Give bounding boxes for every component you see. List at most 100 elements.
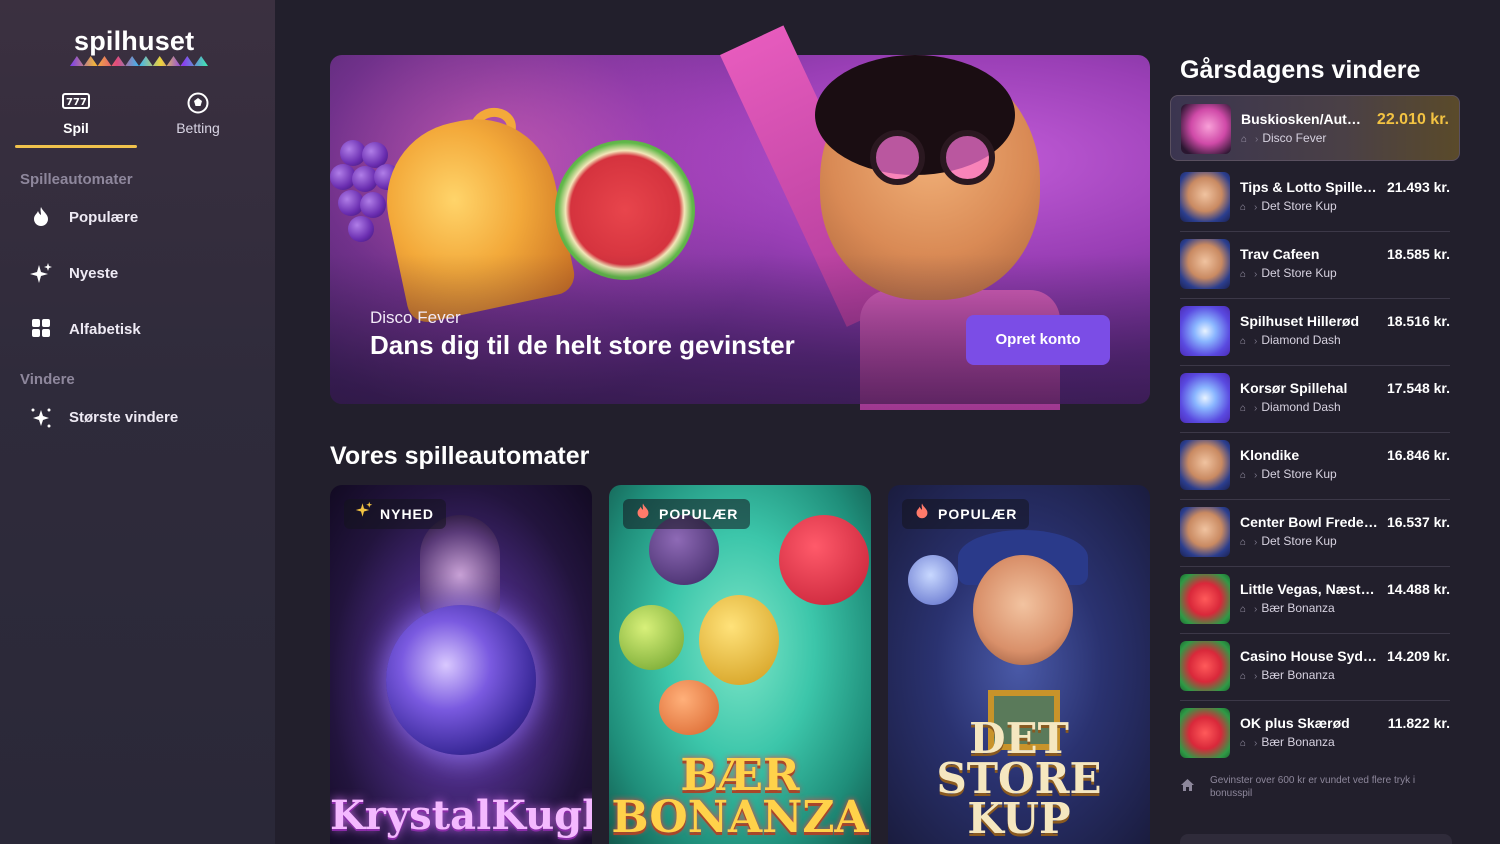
winner-divider	[1180, 231, 1450, 232]
winner-game: ⌂ › Bær Bonanza	[1240, 668, 1335, 682]
sidebar-item-populaere[interactable]: Populære	[28, 198, 258, 238]
sidebar-item-label: Nyeste	[69, 265, 119, 282]
logo-triangle-pattern	[70, 56, 208, 66]
next-panel-edge	[1180, 834, 1452, 844]
winner-venue: OK plus Skærød	[1240, 715, 1350, 731]
create-account-button[interactable]: Opret konto	[966, 315, 1110, 365]
winner-venue: Little Vegas, Næstved	[1240, 581, 1380, 597]
winner-row-top[interactable]: Buskiosken/Automatcaféen ⌂ ›Disco Fever 22.…	[1170, 95, 1460, 161]
separator-icon: ›	[1254, 470, 1258, 481]
winner-venue: Buskiosken/Automatcaféen	[1241, 111, 1361, 127]
winner-row[interactable]: Korsør Spillehal ⌂ › Diamond Dash 17.548 kr.	[1180, 367, 1450, 427]
winner-game-name: Disco Fever	[1262, 131, 1327, 145]
separator-icon: ›	[1254, 604, 1258, 615]
game-card-det-store-kup[interactable]: POPULÆR DET STORE KUP	[888, 485, 1150, 844]
winner-game: ⌂ › Det Store Kup	[1240, 266, 1337, 280]
winner-venue: Spilhuset Hillerød	[1240, 313, 1360, 329]
winner-amount: 14.488 kr.	[1386, 581, 1450, 597]
sidebar-item-alfabetisk[interactable]: Alfabetisk	[28, 310, 258, 350]
winner-row[interactable]: Trav Cafeen ⌂ › Det Store Kup 18.585 kr.	[1180, 233, 1450, 293]
separator-icon: ›	[1254, 202, 1258, 213]
gooseberry-illustration	[619, 605, 684, 670]
game-avatar	[1180, 641, 1230, 691]
tab-betting[interactable]: Betting	[137, 88, 259, 148]
winners-footnote: Gevinster over 600 kr er vundet ved fler…	[1210, 775, 1416, 799]
badge-label: NYHED	[380, 506, 435, 522]
badge-label: POPULÆR	[938, 506, 1018, 522]
home-icon	[1181, 779, 1194, 794]
game-avatar	[1180, 373, 1230, 423]
sidebar-item-label: Største vindere	[69, 409, 179, 426]
sidebar-item-stoerste-vindere[interactable]: Største vindere	[28, 398, 258, 438]
tab-spil[interactable]: 777 Spil	[15, 88, 137, 148]
winner-amount: 14.209 kr.	[1386, 648, 1450, 664]
winner-row[interactable]: Little Vegas, Næstved ⌂ › Bær Bonanza 14.488…	[1180, 568, 1450, 628]
winner-divider	[1180, 365, 1450, 366]
thief-character-illustration	[973, 555, 1073, 665]
home-icon: ⌂	[1240, 470, 1247, 481]
separator-icon: ›	[1254, 671, 1258, 682]
sidebar-item-label: Populære	[69, 209, 139, 226]
winner-venue: Casino House Sydhavnen	[1240, 648, 1380, 664]
home-icon: ⌂	[1240, 202, 1247, 213]
home-icon: ⌂	[1240, 403, 1247, 414]
separator-icon: ›	[1254, 336, 1258, 347]
sidebar-item-nyeste[interactable]: Nyeste	[28, 254, 258, 294]
winner-row[interactable]: Spilhuset Hillerød ⌂ › Diamond Dash 18.516 k…	[1180, 300, 1450, 360]
winner-game-name: Diamond Dash	[1261, 333, 1341, 347]
sidebar: spilhuset 777 Spil Betting Spilleautomat…	[0, 0, 275, 844]
flame-icon	[912, 499, 932, 529]
cloudberry-illustration	[659, 680, 719, 735]
home-icon: ⌂	[1240, 604, 1247, 615]
winner-divider	[1180, 499, 1450, 500]
winner-amount: 11.822 kr.	[1387, 715, 1450, 731]
active-tab-indicator	[15, 145, 137, 148]
separator-icon: ›	[1254, 738, 1258, 749]
winner-game: ⌂ › Det Store Kup	[1240, 534, 1337, 548]
spilhuset-logo[interactable]: spilhuset	[70, 26, 210, 68]
golden-strawberry-illustration	[699, 595, 779, 685]
winner-amount: 17.548 kr.	[1386, 380, 1450, 396]
winner-row[interactable]: Center Bowl Frederikssund ⌂ ›Det Store Kup…	[1180, 501, 1450, 561]
separator-icon: ›	[1255, 134, 1259, 145]
winner-row[interactable]: Klondike ⌂ › Det Store Kup 16.846 kr.	[1180, 434, 1450, 494]
winner-amount: 18.585 kr.	[1386, 246, 1450, 262]
winner-row[interactable]: Tips & Lotto Spillehal ⌂ › Det Store Kup 21.…	[1180, 166, 1450, 226]
separator-icon: ›	[1254, 269, 1258, 280]
badge-popular: POPULÆR	[623, 499, 751, 529]
svg-text:777: 777	[66, 97, 87, 108]
winner-game: ⌂ › Diamond Dash	[1240, 333, 1341, 347]
game-avatar	[1180, 306, 1230, 356]
winner-game-name: Det Store Kup	[1261, 266, 1337, 280]
winner-venue: Center Bowl Frederikssund	[1240, 514, 1380, 530]
winner-game-name: Bær Bonanza	[1261, 601, 1335, 615]
winner-venue: Trav Cafeen	[1240, 246, 1320, 262]
games-section-title: Vores spilleautomater	[330, 442, 590, 470]
game-card-baer-bonanza[interactable]: POPULÆR BÆR BONANZA	[609, 485, 871, 844]
winner-row[interactable]: OK plus Skærød ⌂ › Bær Bonanza 11.822 kr.	[1180, 702, 1450, 762]
game-title: BÆR BONANZA	[611, 750, 869, 843]
home-icon: ⌂	[1240, 671, 1247, 682]
game-avatar	[1181, 104, 1231, 154]
sparkle-icon	[28, 262, 54, 286]
game-title: DET STORE KUP	[936, 714, 1102, 843]
flame-icon	[28, 206, 54, 230]
winner-row[interactable]: Casino House Sydhavnen ⌂ ›Bær Bonanza 14.20…	[1180, 635, 1450, 695]
hero-subtitle: Disco Fever	[370, 308, 461, 327]
tab-label: Spil	[63, 120, 89, 136]
home-icon: ⌂	[1240, 537, 1247, 548]
badge-new: NYHED	[344, 499, 447, 529]
winner-game-name: Bær Bonanza	[1261, 735, 1335, 749]
winner-game: ⌂ › Bær Bonanza	[1240, 601, 1335, 615]
winner-game-name: Det Store Kup	[1261, 467, 1337, 481]
character-glasses-illustration	[870, 130, 1000, 185]
winner-venue: Klondike	[1240, 447, 1300, 463]
sparkle-icon	[354, 499, 374, 529]
winner-divider	[1180, 298, 1450, 299]
game-avatar	[1180, 507, 1230, 557]
winner-amount: 18.516 kr.	[1386, 313, 1450, 329]
game-title: KrystalKuglen	[330, 792, 592, 839]
slot-machine-icon: 777	[62, 92, 90, 114]
tab-label: Betting	[176, 120, 220, 136]
game-card-krystalkuglen[interactable]: NYHED KrystalKuglen	[330, 485, 592, 844]
